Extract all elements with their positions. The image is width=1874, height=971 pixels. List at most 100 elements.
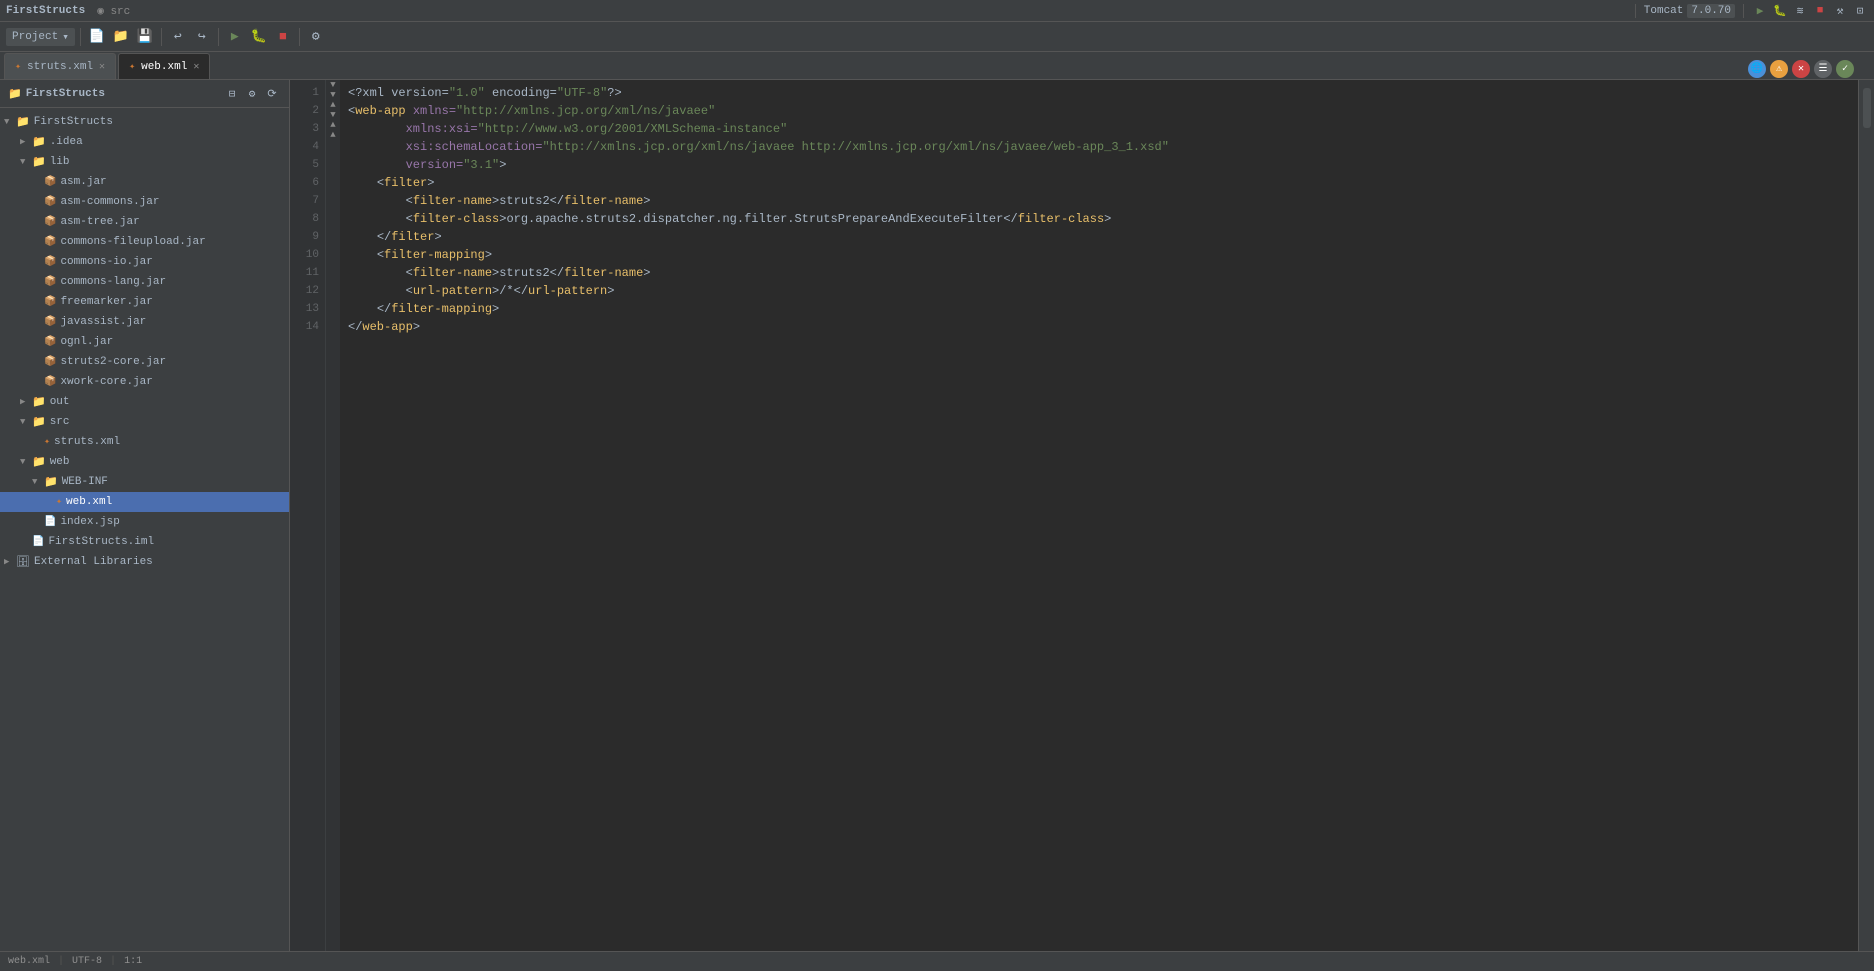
tree-label-ognl-jar: ognl.jar [60, 336, 113, 348]
toolbar-btn-open[interactable]: 📁 [110, 26, 132, 48]
toolbar-btn-redo[interactable]: ↪ [191, 26, 213, 48]
tree-item-asm-commons-jar[interactable]: 📦 asm-commons.jar [0, 192, 289, 212]
fold-gutter-area: ▼ ▼ ▲ ▼ ▲ ▲ [326, 80, 340, 951]
tomcat-label: Tomcat [1644, 5, 1684, 17]
toolbar-btn-new[interactable]: 📄 [86, 26, 108, 48]
tree-item-lib[interactable]: ▼ 📁 lib [0, 152, 289, 172]
ln-11: 11 [290, 264, 325, 282]
fold-10[interactable]: ▼ [326, 110, 340, 120]
ln-2: 2 [290, 102, 325, 120]
fold-9[interactable]: ▲ [326, 100, 340, 110]
sidebar-header: 📁 FirstStructs ⊟ ⚙ ⟳ [0, 80, 289, 108]
toggle-lib: ▼ [20, 157, 32, 167]
editor-area: 1 2 3 4 5 6 7 8 9 10 11 12 13 14 ▼ ▼ ▲ ▼ [290, 80, 1858, 951]
tab-struts-xml-close[interactable]: ✕ [99, 61, 105, 73]
tree-item-commons-lang-jar[interactable]: 📦 commons-lang.jar [0, 272, 289, 292]
status-encoding: UTF-8 [72, 956, 102, 967]
tree-label-commons-fileupload-jar: commons-fileupload.jar [60, 236, 205, 248]
toolbar-btn-save[interactable]: 💾 [134, 26, 156, 48]
scrollbar-thumb[interactable] [1863, 88, 1871, 128]
xml-icon-struts: ✦ [44, 436, 50, 448]
tab-web-xml-close[interactable]: ✕ [193, 61, 199, 73]
tree-label-root: FirstStructs [34, 116, 113, 128]
tree-label-freemarker-jar: freemarker.jar [60, 296, 152, 308]
project-dropdown-icon: ▾ [62, 30, 69, 44]
ln-4: 4 [290, 138, 325, 156]
tree-item-iml[interactable]: 📄 FirstStructs.iml [0, 532, 289, 552]
jsp-icon-index: 📄 [44, 516, 56, 528]
tree-item-root[interactable]: ▼ 📁 FirstStructs [0, 112, 289, 132]
tree-item-asm-tree-jar[interactable]: 📦 asm-tree.jar [0, 212, 289, 232]
sidebar: 📁 FirstStructs ⊟ ⚙ ⟳ ▼ 📁 FirstStructs ▶ … [0, 80, 290, 951]
status-sep2: | [110, 956, 116, 967]
sidebar-title: FirstStructs [26, 88, 105, 100]
tree-label-asm-commons-jar: asm-commons.jar [60, 196, 159, 208]
toolbar-btn-settings[interactable]: ⚙ [305, 26, 327, 48]
sidebar-action-sync[interactable]: ⟳ [263, 85, 281, 103]
tree-item-ognl-jar[interactable]: 📦 ognl.jar [0, 332, 289, 352]
tree-item-web-xml[interactable]: ✦ web.xml [0, 492, 289, 512]
toolbar-btn-debug[interactable]: 🐛 [248, 26, 270, 48]
profile-button[interactable]: ≋ [1792, 3, 1808, 19]
tree-item-struts2-core-jar[interactable]: 📦 struts2-core.jar [0, 352, 289, 372]
tree-item-src[interactable]: ▼ 📁 src [0, 412, 289, 432]
sidebar-action-collapse[interactable]: ⊟ [223, 85, 241, 103]
sidebar-icon: 📁 [8, 87, 22, 101]
tree-label-commons-lang-jar: commons-lang.jar [60, 276, 166, 288]
toolbar-btn-undo[interactable]: ↩ [167, 26, 189, 48]
tree-label-web: web [50, 456, 70, 468]
tree-item-asm-jar[interactable]: 📦 asm.jar [0, 172, 289, 192]
build-button[interactable]: ⚒ [1832, 3, 1848, 19]
stop-button[interactable]: ■ [1812, 3, 1828, 19]
debug-button[interactable]: 🐛 [1772, 3, 1788, 19]
tree-label-src: src [50, 416, 70, 428]
run-button[interactable]: ▶ [1752, 3, 1768, 19]
app-title: FirstStructs [6, 5, 85, 17]
toolbar-sep-2 [161, 28, 162, 46]
tree-label-struts2-core-jar: struts2-core.jar [60, 356, 166, 368]
code-line-8: <filter-class>org.apache.struts2.dispatc… [348, 210, 1850, 228]
fold-6[interactable]: ▼ [326, 90, 340, 100]
top-bar-right: Tomcat 7.0.70 ▶ 🐛 ≋ ■ ⚒ ⊡ [1631, 3, 1868, 19]
tree-label-webinf: WEB-INF [62, 476, 108, 488]
sidebar-action-settings[interactable]: ⚙ [243, 85, 261, 103]
tree-item-commons-fileupload-jar[interactable]: 📦 commons-fileupload.jar [0, 232, 289, 252]
code-editor[interactable]: <?xml version="1.0" encoding="UTF-8"?> <… [340, 80, 1858, 951]
top-bar: FirstStructs ◉ src Tomcat 7.0.70 ▶ 🐛 ≋ ■… [0, 0, 1874, 22]
layout-button[interactable]: ⊡ [1852, 3, 1868, 19]
jar-icon-ognl: 📦 [44, 336, 56, 348]
ln-10: 10 [290, 246, 325, 264]
toolbar-btn-stop[interactable]: ■ [272, 26, 294, 48]
tab-web-xml[interactable]: ✦ web.xml ✕ [118, 53, 210, 79]
tree-label-lib: lib [50, 156, 70, 168]
src-label: ◉ src [97, 4, 130, 18]
tree-item-xwork-core-jar[interactable]: 📦 xwork-core.jar [0, 372, 289, 392]
fold-2[interactable]: ▼ [326, 80, 340, 90]
fold-14[interactable]: ▲ [326, 130, 340, 140]
tree-item-idea[interactable]: ▶ 📁 .idea [0, 132, 289, 152]
toolbar-sep-3 [218, 28, 219, 46]
tree-item-freemarker-jar[interactable]: 📦 freemarker.jar [0, 292, 289, 312]
tree-item-web[interactable]: ▼ 📁 web [0, 452, 289, 472]
jar-icon-asm-commons: 📦 [44, 196, 56, 208]
folder-icon-webinf: 📁 [44, 475, 58, 489]
main-layout: 📁 FirstStructs ⊟ ⚙ ⟳ ▼ 📁 FirstStructs ▶ … [0, 80, 1874, 951]
tree-item-struts-xml[interactable]: ✦ struts.xml [0, 432, 289, 452]
toolbar-sep-4 [299, 28, 300, 46]
code-line-13: </filter-mapping> [348, 300, 1850, 318]
tab-struts-xml[interactable]: ✦ struts.xml ✕ [4, 53, 116, 79]
project-selector[interactable]: Project ▾ [6, 28, 75, 46]
tree-item-javassist-jar[interactable]: 📦 javassist.jar [0, 312, 289, 332]
tree-item-webinf[interactable]: ▼ 📁 WEB-INF [0, 472, 289, 492]
tree-item-out[interactable]: ▶ 📁 out [0, 392, 289, 412]
ln-8: 8 [290, 210, 325, 228]
jar-icon-xwork-core: 📦 [44, 376, 56, 388]
tree-item-commons-io-jar[interactable]: 📦 commons-io.jar [0, 252, 289, 272]
fold-13[interactable]: ▲ [326, 120, 340, 130]
tree-item-external-libs[interactable]: ▶ 🗄 External Libraries [0, 552, 289, 572]
separator [1635, 4, 1636, 18]
toolbar-btn-run[interactable]: ▶ [224, 26, 246, 48]
tree-item-index-jsp[interactable]: 📄 index.jsp [0, 512, 289, 532]
code-line-2: <web-app xmlns="http://xmlns.jcp.org/xml… [348, 102, 1850, 120]
jar-icon-commons-io: 📦 [44, 256, 56, 268]
